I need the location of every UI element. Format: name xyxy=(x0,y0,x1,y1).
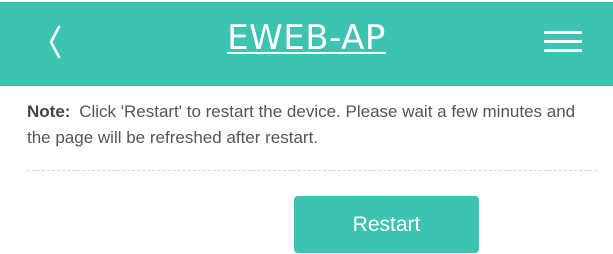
hamburger-menu-icon xyxy=(544,49,582,52)
page-title[interactable]: EWEB-AP xyxy=(0,18,613,58)
dashed-divider xyxy=(27,170,597,171)
restart-note: Note: Click 'Restart' to restart the dev… xyxy=(27,99,597,151)
hamburger-menu-icon xyxy=(544,31,582,34)
note-text: Click 'Restart' to restart the device. P… xyxy=(27,102,576,147)
restart-page: EWEB-AP Note: Click 'Restart' to restart… xyxy=(0,0,613,254)
app-header: EWEB-AP xyxy=(0,0,613,86)
menu-button[interactable] xyxy=(544,26,586,58)
hamburger-menu-icon xyxy=(544,40,582,43)
note-label: Note: xyxy=(27,102,71,121)
restart-button[interactable]: Restart xyxy=(294,196,479,253)
